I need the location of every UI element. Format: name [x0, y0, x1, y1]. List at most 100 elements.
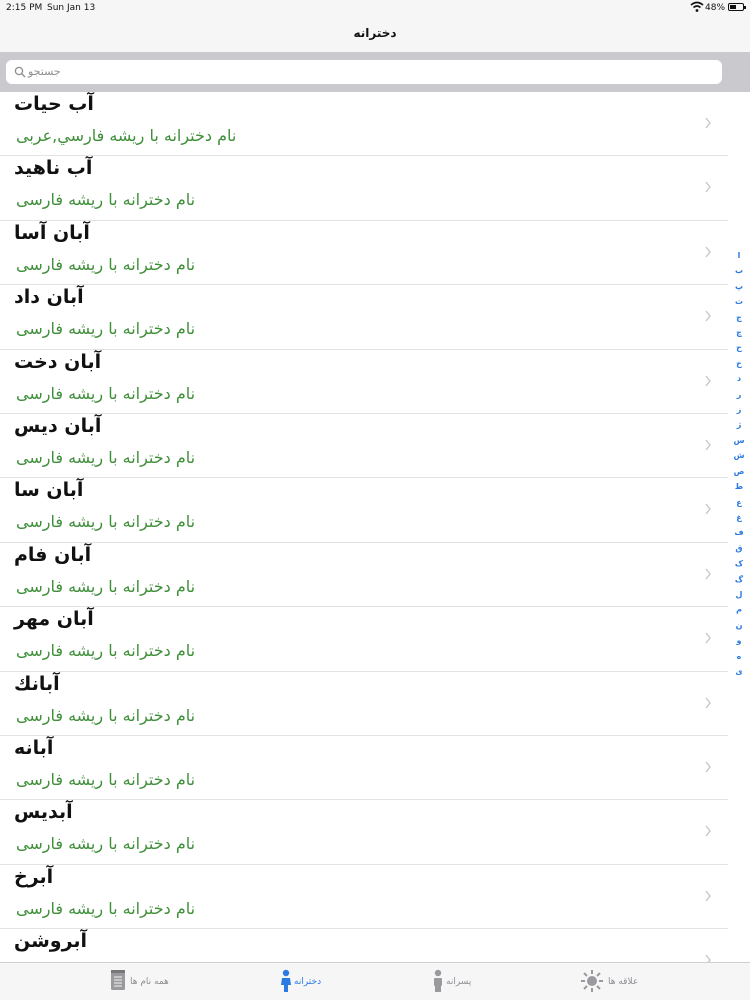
- chevron-right-icon: [705, 439, 711, 451]
- chevron-right-icon: [705, 310, 711, 322]
- status-bar: 2:15 PM Sun Jan 13 48%: [0, 0, 750, 16]
- index-letter[interactable]: ج: [736, 310, 742, 325]
- item-name: آبانك: [14, 672, 60, 695]
- tab-label: همه نام ها: [130, 977, 169, 987]
- list-item[interactable]: آبديس نام دخترانه با ريشه فارسی: [0, 800, 728, 865]
- names-list[interactable]: آب حيات نام دخترانه با ريشه فارسي,عربى آ…: [0, 92, 728, 962]
- index-letter[interactable]: خ: [736, 356, 742, 371]
- item-origin: نام دخترانه با ريشه فارسی: [16, 190, 196, 210]
- index-letter[interactable]: ف: [734, 525, 743, 540]
- index-letter[interactable]: ق: [735, 541, 742, 556]
- item-name: آبان دخت: [14, 350, 102, 373]
- section-index[interactable]: ا ب پ ت ج چ ح خ د ر ز ژ س ش ص ط ع غ ف ق …: [730, 248, 748, 679]
- list-item[interactable]: آبان دخت نام دخترانه با ريشه فارسی: [0, 350, 728, 414]
- tab-girls[interactable]: دخترانه: [280, 967, 360, 997]
- item-name: آبان ديس: [14, 414, 102, 437]
- chevron-right-icon: [705, 181, 711, 193]
- sun-icon: [581, 970, 603, 992]
- list-item[interactable]: آب ناهيد نام دخترانه با ريشه فارسی: [0, 156, 728, 221]
- list-item[interactable]: آب حيات نام دخترانه با ريشه فارسي,عربى: [0, 92, 728, 157]
- chevron-right-icon: [705, 568, 711, 580]
- item-origin: نام دخترانه با ريشه فارسی: [16, 576, 196, 596]
- list-item[interactable]: آبان مهر نام دخترانه با ريشه فارسی: [0, 607, 728, 672]
- item-origin: نام دخترانه با ريشه فارسي,عربى: [16, 126, 237, 145]
- list-item[interactable]: آبان سا نام دخترانه با ريشه فارسی: [0, 478, 728, 543]
- list-item[interactable]: آبانه نام دخترانه با ريشه فارسی: [0, 736, 728, 801]
- chevron-right-icon: [705, 117, 711, 129]
- item-name: آبروشن: [14, 930, 88, 953]
- search-placeholder: جستجو: [28, 65, 61, 78]
- tab-label: پسرانه: [446, 977, 472, 987]
- list-item[interactable]: آبان ديس نام دخترانه با ريشه فارسی: [0, 414, 728, 479]
- item-name: آبديس: [14, 801, 73, 824]
- chevron-right-icon: [705, 890, 711, 902]
- list-item[interactable]: آبان آسا نام دخترانه با ريشه فارسی: [0, 221, 728, 286]
- index-letter[interactable]: د: [737, 371, 741, 386]
- item-name: آبان مهر: [14, 608, 94, 631]
- item-origin: نام دخترانه با ريشه فارسی: [16, 898, 196, 918]
- item-origin: نام دخترانه با ريشه فارسی: [16, 383, 196, 403]
- index-letter[interactable]: ه: [737, 649, 742, 664]
- index-letter[interactable]: س: [733, 433, 744, 448]
- index-letter[interactable]: ب: [735, 263, 743, 278]
- item-origin: نام دخترانه با ريشه فارسی: [16, 769, 196, 789]
- index-letter[interactable]: ح: [736, 340, 742, 355]
- item-origin: نام دخترانه با ريشه فارسی: [16, 834, 196, 854]
- tab-all-names[interactable]: همه نام ها: [108, 967, 188, 997]
- index-letter[interactable]: ز: [737, 402, 742, 417]
- chevron-right-icon: [705, 825, 711, 837]
- item-name: آبان آسا: [14, 221, 90, 244]
- nav-bar: دخترانه: [0, 16, 750, 52]
- index-letter[interactable]: م: [736, 602, 742, 617]
- list-item[interactable]: آبان داد نام دخترانه با ريشه فارسی: [0, 285, 728, 350]
- wifi-icon: [690, 1, 704, 12]
- chevron-right-icon: [705, 632, 711, 644]
- chevron-right-icon: [705, 375, 711, 386]
- index-letter[interactable]: چ: [736, 325, 742, 340]
- search-icon: [14, 66, 26, 78]
- list-item[interactable]: آبروشن: [0, 929, 728, 962]
- index-letter[interactable]: پ: [735, 279, 743, 294]
- status-time: 2:15 PM: [6, 3, 43, 13]
- item-origin: نام دخترانه با ريشه فارسی: [16, 641, 196, 661]
- chevron-right-icon: [705, 697, 711, 708]
- item-name: آبرخ: [14, 865, 54, 888]
- tab-label: دخترانه: [294, 977, 322, 987]
- item-origin: نام دخترانه با ريشه فارسی: [16, 705, 196, 725]
- list-item[interactable]: آبانك نام دخترانه با ريشه فارسی: [0, 672, 728, 736]
- index-letter[interactable]: و: [737, 633, 742, 648]
- list-item[interactable]: آبرخ نام دخترانه با ريشه فارسی: [0, 865, 728, 930]
- chevron-right-icon: [705, 954, 711, 962]
- search-input[interactable]: جستجو: [6, 60, 722, 84]
- index-letter[interactable]: ر: [737, 387, 742, 402]
- item-name: آب ناهيد: [14, 157, 93, 180]
- index-letter[interactable]: ا: [738, 248, 741, 263]
- index-letter[interactable]: ع: [736, 495, 741, 510]
- chevron-right-icon: [705, 503, 711, 515]
- item-origin: نام دخترانه با ريشه فارسی: [16, 447, 196, 467]
- index-letter[interactable]: ش: [733, 448, 744, 463]
- page-title: دخترانه: [353, 26, 397, 40]
- index-letter[interactable]: گ: [735, 572, 743, 587]
- chevron-right-icon: [705, 761, 711, 773]
- chevron-right-icon: [705, 246, 711, 258]
- list-item[interactable]: آبان فام نام دخترانه با ريشه فارسی: [0, 543, 728, 608]
- index-letter[interactable]: ط: [735, 479, 743, 494]
- item-origin: نام دخترانه با ريشه فارسی: [16, 254, 196, 274]
- search-bar: جستجو: [0, 52, 750, 92]
- index-letter[interactable]: ت: [735, 294, 743, 309]
- battery-percent: 48%: [705, 3, 726, 13]
- index-letter[interactable]: غ: [736, 510, 741, 525]
- tab-favorites[interactable]: علاقه ها: [580, 967, 660, 997]
- index-letter[interactable]: ژ: [737, 417, 742, 432]
- index-letter[interactable]: ل: [736, 587, 743, 602]
- item-name: آبانه: [14, 736, 54, 759]
- index-letter[interactable]: ن: [736, 618, 743, 633]
- status-date: Sun Jan 13: [47, 3, 96, 13]
- tab-boys[interactable]: پسرانه: [432, 967, 512, 997]
- index-letter[interactable]: ک: [735, 556, 743, 571]
- list-document-icon: [111, 970, 125, 990]
- index-letter[interactable]: ی: [735, 664, 742, 679]
- tab-bar: همه نام ها دخترانه پسرانه علاقه ها: [0, 962, 750, 1000]
- index-letter[interactable]: ص: [734, 464, 745, 479]
